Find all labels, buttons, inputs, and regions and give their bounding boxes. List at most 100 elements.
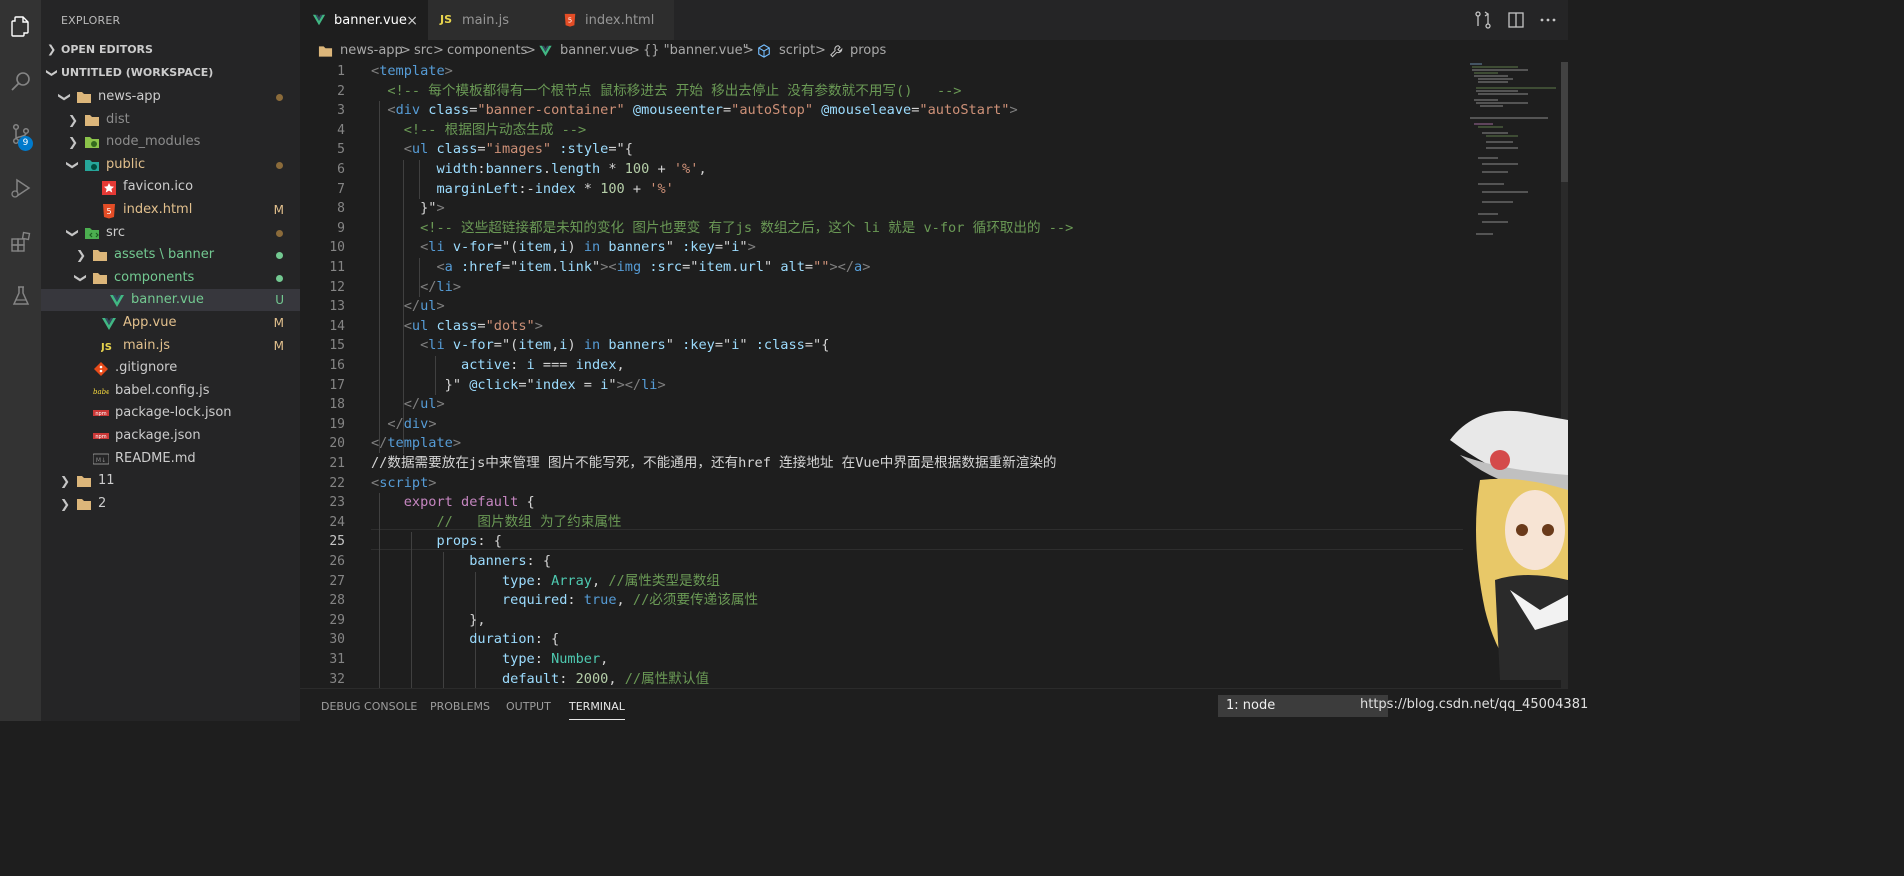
activity-bar: 9 — [0, 0, 41, 721]
tree-file[interactable]: App.vue M — [41, 312, 300, 334]
explorer-title: EXPLORER — [61, 14, 121, 27]
code-line: <ul class="dots"> — [371, 317, 543, 337]
code-token: : — [477, 161, 486, 177]
line-number: 16 — [329, 358, 345, 373]
line-number: 25 — [329, 534, 345, 550]
breadcrumb-item[interactable]: {} "banner.vue" — [643, 40, 749, 62]
code-token: div — [403, 415, 429, 432]
breadcrumb-item[interactable]: news-app — [340, 40, 403, 62]
tree-folder[interactable]: ❯ src — [41, 222, 300, 244]
breadcrumb-item[interactable]: src — [414, 40, 433, 62]
code-token: </ — [371, 415, 404, 432]
code-editor[interactable]: 1 <template> 2 <!-- 每个模板都得有一个根节点 鼠标移进去 开始 … — [300, 62, 1568, 688]
extensions-icon[interactable] — [0, 222, 41, 262]
code-token: :src — [641, 259, 683, 275]
tab-label: banner.vue — [334, 13, 407, 28]
scrollbar-thumb[interactable] — [1561, 62, 1568, 182]
tree-file[interactable]: 5 index.html M — [41, 199, 300, 221]
workspace-section[interactable]: ❯ UNTITLED (WORKSPACE) — [41, 62, 300, 84]
tree-file[interactable]: npm package.json — [41, 425, 300, 447]
breadcrumb-item[interactable]: components — [447, 40, 527, 62]
tree-folder[interactable]: ❯ 2 — [41, 493, 300, 515]
code-token: < — [371, 337, 429, 354]
code-token: < — [371, 239, 429, 256]
code-token: = — [477, 317, 486, 334]
tree-item-label: babel.config.js — [115, 382, 210, 398]
tree-folder[interactable]: ❯ news-app — [41, 86, 300, 108]
close-icon[interactable]: × — [406, 0, 418, 42]
breadcrumb-item[interactable]: banner.vue — [560, 40, 633, 62]
tree-item-label: 11 — [98, 473, 115, 489]
line-number: 10 — [329, 240, 345, 256]
breadcrumb-item[interactable]: script — [779, 40, 815, 62]
tree-file[interactable]: JS main.js M — [41, 335, 300, 357]
tree-folder[interactable]: ❯ dist — [41, 109, 300, 131]
modified-dot — [276, 252, 283, 260]
tree-file[interactable]: M↓ README.md — [41, 448, 300, 470]
code-token: </ — [371, 298, 421, 315]
code-token: duration — [371, 631, 535, 648]
vue-icon — [101, 316, 117, 330]
open-changes-icon[interactable] — [1473, 10, 1493, 30]
split-editor-icon[interactable] — [1506, 10, 1526, 30]
code-token: v-for — [444, 239, 494, 256]
tree-folder[interactable]: ❯ public — [41, 154, 300, 176]
tab-main-js[interactable]: JS main.js — [428, 0, 551, 40]
line-number: 23 — [329, 495, 345, 511]
code-line: type: Array, //属性类型是数组 — [371, 572, 720, 592]
tree-file[interactable]: favicon.ico — [41, 176, 300, 198]
tab-terminal[interactable]: TERMINAL — [569, 689, 625, 722]
breadcrumb-item[interactable]: props — [850, 40, 886, 62]
code-token: url — [739, 259, 764, 275]
tree-file[interactable]: babel babel.config.js — [41, 380, 300, 402]
line-number: 26 — [329, 554, 345, 569]
line-number: 31 — [329, 652, 345, 667]
code-token: . — [542, 161, 552, 177]
code-token: </ — [371, 396, 421, 413]
tree-folder[interactable]: ❯ assets \ banner — [41, 244, 300, 266]
tab-index-html[interactable]: 5 index.html — [551, 0, 674, 40]
code-token: : { — [534, 631, 560, 648]
tree-file[interactable]: .gitignore — [41, 357, 300, 379]
code-token: <!-- 根据图片动态生成 --> — [371, 121, 587, 138]
public-folder-icon — [84, 158, 100, 172]
chevron-right-icon: ❯ — [59, 496, 71, 511]
code-token: required — [371, 592, 568, 609]
line-number: 9 — [337, 220, 345, 236]
code-token: default — [371, 670, 560, 687]
git-status-badge: U — [275, 293, 284, 308]
code-token: li — [428, 337, 445, 354]
tree-item-label: index.html — [123, 202, 193, 217]
code-token: , — [608, 670, 625, 687]
npm-icon: npm — [93, 406, 109, 420]
code-token: index — [575, 357, 617, 373]
tab-output[interactable]: OUTPUT — [506, 689, 551, 722]
tree-folder[interactable]: ❯ 11 — [41, 470, 300, 492]
code-token: "dots" — [485, 317, 535, 334]
testing-icon[interactable] — [0, 276, 41, 316]
tree-item-label: .gitignore — [115, 360, 178, 376]
tree-file[interactable]: banner.vue U — [41, 289, 300, 312]
code-token: > — [428, 474, 437, 491]
tab-problems[interactable]: PROBLEMS — [430, 689, 490, 722]
tree-item-label: main.js — [123, 337, 170, 353]
search-icon[interactable] — [0, 61, 41, 101]
minimap[interactable] — [1468, 62, 1560, 262]
anime-mascot-decoration — [1450, 410, 1568, 680]
code-token: :href — [452, 259, 502, 275]
more-actions-icon[interactable] — [1538, 10, 1558, 30]
tab-banner-vue[interactable]: banner.vue × — [300, 0, 428, 40]
chevron-right-icon: ❯ — [67, 112, 79, 127]
tree-item-label: assets \ banner — [114, 247, 215, 263]
workspace-label: UNTITLED (WORKSPACE) — [61, 66, 214, 79]
files-icon[interactable] — [0, 7, 41, 47]
run-debug-icon[interactable] — [0, 168, 41, 208]
tree-folder[interactable]: ❯ node_modules — [41, 131, 300, 153]
code-token: </ — [371, 278, 437, 295]
tab-debug-console[interactable]: DEBUG CONSOLE — [321, 689, 417, 722]
code-token: ></ — [829, 259, 855, 275]
tree-file[interactable]: npm package-lock.json — [41, 402, 300, 424]
open-editors-section[interactable]: ❯ OPEN EDITORS — [41, 39, 300, 61]
tree-folder[interactable]: ❯ components — [41, 267, 300, 289]
code-token: "" — [813, 259, 830, 275]
